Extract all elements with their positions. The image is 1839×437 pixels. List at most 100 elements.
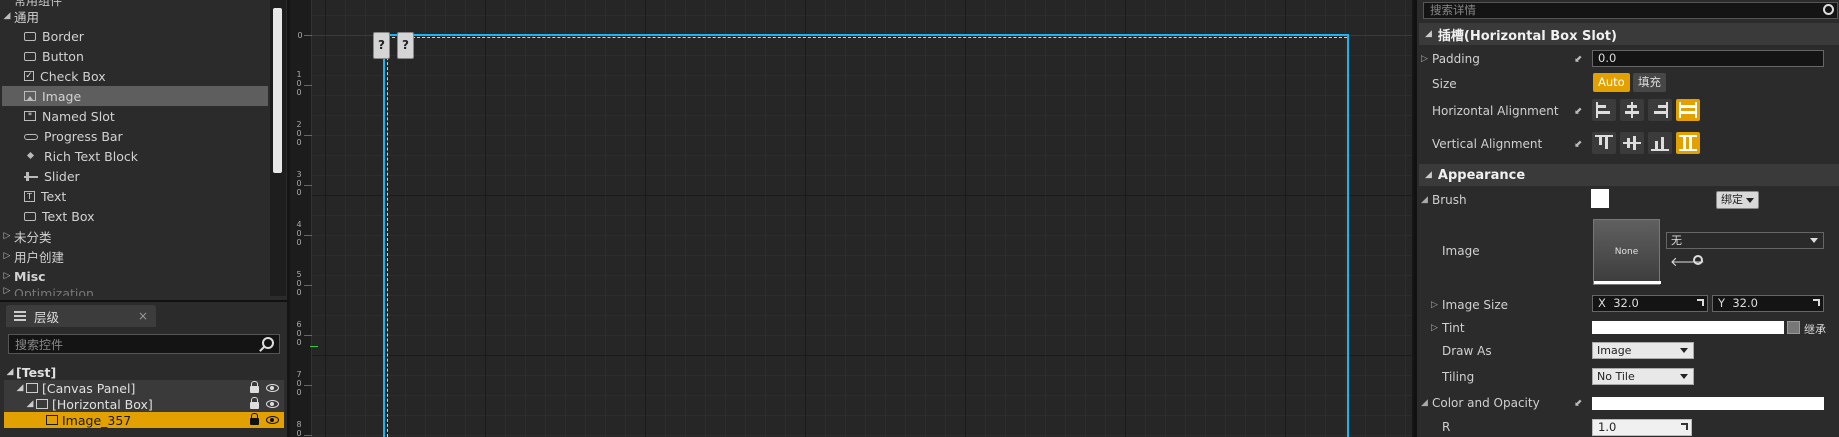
reset-arrow-icon[interactable]: ⬋: [1574, 106, 1584, 117]
image-thumbnail[interactable]: None: [1593, 219, 1661, 285]
category-uncategorized[interactable]: ▷ 未分类: [0, 226, 52, 246]
image-size-y-field[interactable]: Y 32.0: [1712, 295, 1824, 312]
designer-canvas[interactable]: 0 100 200 300 400 500 600 700 800 ? ?: [290, 0, 1412, 437]
details-search-input[interactable]: 搜索详情: [1423, 2, 1838, 19]
palette-item-text-box[interactable]: Text Box: [24, 206, 270, 226]
collapse-arrow-icon[interactable]: ◢: [1421, 195, 1428, 205]
image-size-x-field[interactable]: X 32.0: [1592, 295, 1708, 312]
palette-item-border[interactable]: Border: [24, 26, 270, 46]
expand-arrow-icon[interactable]: ▷: [0, 251, 14, 261]
bind-dropdown[interactable]: 绑定: [1716, 191, 1759, 209]
search-icon[interactable]: [1823, 4, 1834, 15]
tint-inherit-label: 继承: [1804, 323, 1826, 336]
v-align-center-button[interactable]: [1620, 132, 1644, 154]
ruler-tick-line: [304, 435, 312, 436]
tint-color-bar[interactable]: [1592, 321, 1784, 334]
color-opacity-bar[interactable]: [1592, 397, 1824, 410]
ruler-tick-line: [304, 35, 312, 36]
v-align-fill-button[interactable]: [1676, 132, 1700, 154]
canvas-image-widget-1[interactable]: ?: [373, 32, 390, 59]
search-icon[interactable]: [262, 337, 274, 349]
palette-item-label: Text: [41, 188, 67, 204]
category-label: Optimization: [14, 286, 94, 296]
collapse-arrow-icon[interactable]: ◢: [4, 367, 16, 377]
bind-label: 绑定: [1721, 193, 1743, 206]
palette-item-text[interactable]: T Text: [24, 186, 270, 206]
eye-icon[interactable]: [266, 384, 279, 392]
size-auto-button[interactable]: Auto: [1593, 73, 1630, 92]
palette-item-slider[interactable]: Slider: [24, 166, 270, 186]
property-brush: ◢ Brush: [1416, 191, 1836, 209]
category-optimization[interactable]: ▷ Optimization: [0, 286, 94, 296]
section-appearance-header[interactable]: ◢ Appearance: [1419, 164, 1839, 186]
hierarchy-row-label: [Horizontal Box]: [52, 396, 153, 412]
draw-as-dropdown[interactable]: Image: [1592, 342, 1694, 359]
reset-arrow-icon[interactable]: ⬋: [1574, 54, 1584, 65]
lock-icon[interactable]: [250, 397, 259, 409]
expand-arrow-icon[interactable]: ▷: [1431, 323, 1438, 333]
image-asset-dropdown[interactable]: 无: [1666, 232, 1824, 249]
tint-inherit-checkbox[interactable]: [1787, 321, 1800, 334]
hierarchy-search-input[interactable]: 搜索控件: [8, 334, 280, 354]
reset-arrow-icon[interactable]: ⬋: [1574, 139, 1584, 150]
palette-item-progress-bar[interactable]: Progress Bar: [24, 126, 270, 146]
text-box-icon: [24, 211, 36, 221]
hierarchy-row-horizontal-box[interactable]: ◢ [Horizontal Box]: [4, 396, 284, 412]
ruler-tick-line: [304, 135, 312, 136]
close-icon[interactable]: ×: [138, 309, 148, 323]
ruler-tick-line: [304, 185, 312, 186]
brush-color-swatch[interactable]: [1591, 189, 1609, 208]
expand-arrow-icon[interactable]: ▷: [0, 271, 14, 281]
palette-item-button[interactable]: Button: [24, 46, 270, 66]
v-align-top-button[interactable]: [1592, 132, 1616, 154]
collapse-arrow-icon[interactable]: ◢: [1425, 29, 1432, 39]
palette-item-label: Progress Bar: [44, 128, 123, 144]
hierarchy-row-root[interactable]: ◢ [Test]: [4, 364, 284, 380]
v-align-bottom-button[interactable]: [1648, 132, 1672, 154]
category-user-created[interactable]: ▷ 用户创建: [0, 246, 64, 266]
hierarchy-row-image[interactable]: Image_357: [4, 412, 284, 428]
details-search-placeholder: 搜索详情: [1430, 3, 1476, 17]
palette-item-named-slot[interactable]: * Named Slot: [24, 106, 270, 126]
category-misc[interactable]: ▷ Misc: [0, 266, 46, 286]
image-size-y-value: 32.0: [1732, 296, 1758, 310]
ruler-marker: [310, 346, 318, 347]
list-icon: [14, 311, 26, 321]
palette-item-image[interactable]: Image: [2, 86, 268, 106]
eye-icon[interactable]: [266, 416, 279, 424]
palette-scrollbar-thumb[interactable]: [273, 8, 282, 173]
palette-item-check-box[interactable]: ✓ Check Box: [24, 66, 270, 86]
collapse-arrow-icon[interactable]: ◢: [1421, 398, 1428, 408]
checkbox-icon: ✓: [24, 71, 34, 81]
r-value-field[interactable]: 1.0: [1592, 419, 1692, 436]
h-align-fill-button[interactable]: [1676, 99, 1700, 121]
expand-arrow-icon[interactable]: ▷: [0, 231, 14, 241]
size-fill-button[interactable]: 填充: [1633, 73, 1666, 92]
expand-arrow-icon[interactable]: ▷: [1431, 300, 1438, 310]
palette-item-label: Image: [42, 88, 82, 104]
lock-icon[interactable]: [250, 413, 259, 425]
lock-icon[interactable]: [250, 381, 259, 393]
padding-field[interactable]: 0.0: [1592, 50, 1824, 67]
reset-arrow-icon[interactable]: ⬋: [1574, 398, 1584, 409]
h-align-left-button[interactable]: [1592, 99, 1616, 121]
browse-search-icon[interactable]: .: [1693, 255, 1703, 265]
collapse-arrow-icon[interactable]: ◢: [0, 11, 14, 21]
category-common[interactable]: ◢ 通用: [0, 6, 39, 26]
tiling-dropdown[interactable]: No Tile: [1592, 368, 1694, 385]
collapse-arrow-icon[interactable]: ◢: [1425, 170, 1432, 180]
expand-arrow-icon[interactable]: ▷: [0, 286, 14, 296]
image-icon: [24, 91, 36, 101]
h-align-right-button[interactable]: [1648, 99, 1672, 121]
canvas-image-widget-2[interactable]: ?: [397, 32, 414, 59]
expand-arrow-icon[interactable]: ▷: [1421, 54, 1428, 64]
tab-hierarchy[interactable]: 层级 ×: [6, 305, 156, 327]
ruler-tick-line: [304, 335, 312, 336]
hierarchy-row-canvas-panel[interactable]: ◢ [Canvas Panel]: [4, 380, 284, 396]
collapse-arrow-icon[interactable]: ◢: [14, 383, 26, 393]
palette-item-rich-text-block[interactable]: Rich Text Block: [24, 146, 270, 166]
section-slot-header[interactable]: ◢ 插槽(Horizontal Box Slot): [1419, 23, 1839, 45]
collapse-arrow-icon[interactable]: ◢: [24, 399, 36, 409]
h-align-center-button[interactable]: [1620, 99, 1644, 121]
eye-icon[interactable]: [266, 400, 279, 408]
